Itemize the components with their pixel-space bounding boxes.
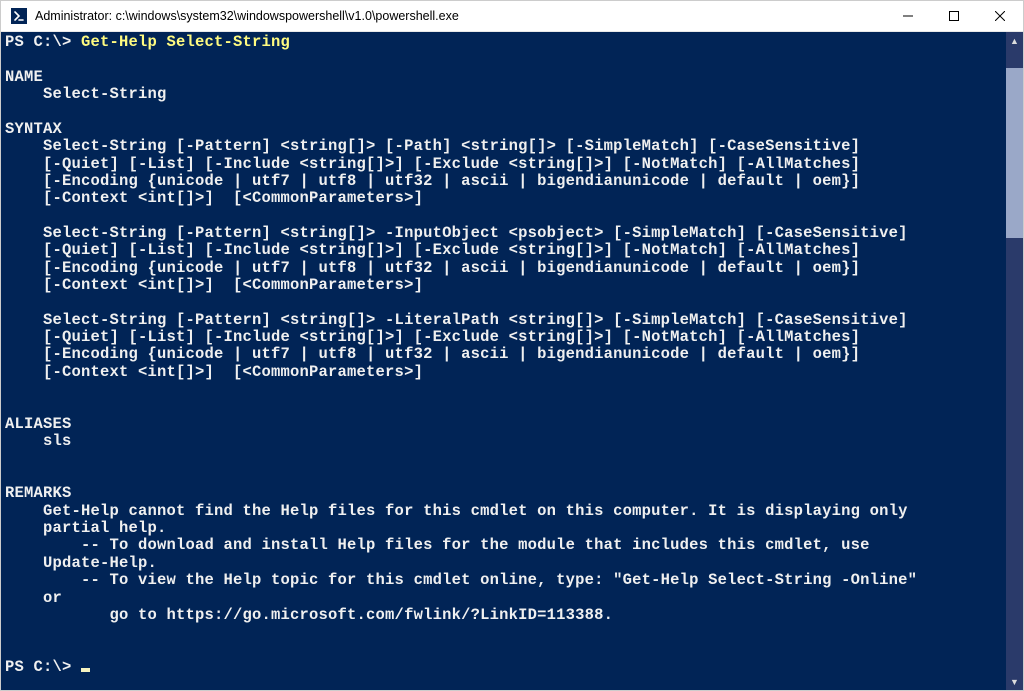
- vertical-scrollbar[interactable]: ▲ ▼: [1006, 32, 1023, 690]
- syntax-line: [-Context <int[]>] [<CommonParameters>]: [5, 363, 423, 381]
- syntax-line: [-Quiet] [-List] [-Include <string[]>] […: [5, 241, 860, 259]
- syntax-line: [-Context <int[]>] [<CommonParameters>]: [5, 189, 423, 207]
- syntax-line: Select-String [-Pattern] <string[]> -Inp…: [5, 224, 908, 242]
- powershell-icon: [11, 8, 27, 24]
- syntax-line: [-Encoding {unicode | utf7 | utf8 | utf3…: [5, 345, 860, 363]
- prompt-line: PS C:\>: [5, 658, 90, 676]
- syntax-line: Select-String [-Pattern] <string[]> [-Pa…: [5, 137, 860, 155]
- section-header-name: NAME: [5, 68, 43, 86]
- scroll-up-arrow[interactable]: ▲: [1006, 32, 1023, 49]
- window-title: Administrator: c:\windows\system32\windo…: [35, 9, 885, 23]
- command-text: Get-Help Select-String: [81, 33, 290, 51]
- section-header-remarks: REMARKS: [5, 484, 72, 502]
- syntax-line: [-Encoding {unicode | utf7 | utf8 | utf3…: [5, 172, 860, 190]
- syntax-line: [-Encoding {unicode | utf7 | utf8 | utf3…: [5, 259, 860, 277]
- section-header-syntax: SYNTAX: [5, 120, 62, 138]
- maximize-button[interactable]: [931, 1, 977, 31]
- terminal-area[interactable]: ▲ ▼ PS C:\> Get-Help Select-String NAME …: [1, 32, 1023, 690]
- remarks-line: Update-Help.: [5, 554, 157, 572]
- section-header-aliases: ALIASES: [5, 415, 72, 433]
- remarks-line: -- To download and install Help files fo…: [5, 536, 870, 554]
- syntax-line: [-Quiet] [-List] [-Include <string[]>] […: [5, 328, 860, 346]
- syntax-line: [-Context <int[]>] [<CommonParameters>]: [5, 276, 423, 294]
- window-controls: [885, 1, 1023, 31]
- cursor: [81, 668, 90, 672]
- remarks-line: -- To view the Help topic for this cmdle…: [5, 571, 917, 589]
- syntax-line: [-Quiet] [-List] [-Include <string[]>] […: [5, 155, 860, 173]
- remarks-line: or: [5, 589, 62, 607]
- name-value: Select-String: [5, 85, 167, 103]
- terminal-output: PS C:\> Get-Help Select-String NAME Sele…: [1, 32, 1023, 676]
- aliases-value: sls: [5, 432, 72, 450]
- remarks-line: go to https://go.microsoft.com/fwlink/?L…: [5, 606, 613, 624]
- prompt-line: PS C:\> Get-Help Select-String: [5, 33, 290, 51]
- close-button[interactable]: [977, 1, 1023, 31]
- window-titlebar: Administrator: c:\windows\system32\windo…: [1, 1, 1023, 32]
- minimize-button[interactable]: [885, 1, 931, 31]
- remarks-line: Get-Help cannot find the Help files for …: [5, 502, 908, 520]
- scroll-down-arrow[interactable]: ▼: [1006, 673, 1023, 690]
- prompt-prefix: PS C:\>: [5, 33, 81, 51]
- remarks-line: partial help.: [5, 519, 167, 537]
- syntax-line: Select-String [-Pattern] <string[]> -Lit…: [5, 311, 908, 329]
- prompt-prefix: PS C:\>: [5, 658, 81, 676]
- scroll-thumb[interactable]: [1006, 68, 1023, 238]
